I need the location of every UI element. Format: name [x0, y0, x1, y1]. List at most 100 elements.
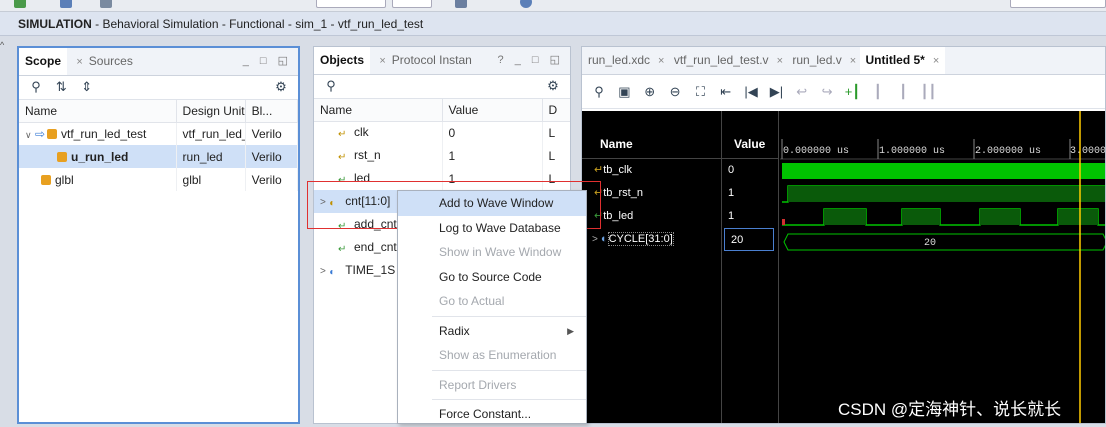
tab-sources[interactable]: × Sources — [70, 48, 138, 75]
wave-name-header: Name — [582, 111, 721, 159]
tab-objects[interactable]: Objects — [314, 47, 371, 74]
unit-select[interactable] — [392, 0, 432, 8]
search-icon[interactable]: ⚲ — [588, 81, 610, 103]
signal-icon: ↵ — [338, 175, 347, 186]
tab-label: Untitled 5* — [865, 53, 925, 67]
col-name[interactable]: Name — [19, 100, 177, 123]
go-end-icon[interactable]: ▶| — [765, 81, 787, 103]
expand-all-icon[interactable]: ⇕ — [76, 76, 98, 98]
table-row[interactable]: ↵ led 1 L — [314, 167, 570, 190]
objects-toolbar: ⚲ ⚙ — [314, 75, 570, 99]
tab-scope-label: Scope — [25, 54, 62, 68]
close-icon[interactable]: × — [777, 55, 783, 67]
cursor-icon[interactable]: ⇤ — [715, 81, 737, 103]
prev-marker-icon[interactable]: ┃ — [867, 81, 889, 103]
next-edge-icon[interactable]: ↪ — [816, 81, 838, 103]
scope-row-block: Verilo — [245, 122, 298, 145]
close-icon[interactable]: × — [76, 56, 82, 68]
wave-value[interactable]: 20 — [724, 228, 774, 251]
wave-display: Name ↵tb_clk ↵tb_rst_n ↵tb_led > ◐CYCLE[… — [582, 111, 1106, 424]
object-row-name: add_cnt — [354, 217, 397, 231]
signal-icon: ↵ — [594, 187, 604, 199]
col-data-type[interactable]: D — [542, 99, 570, 122]
time-label: 0.000000 us — [783, 146, 849, 157]
wave-signal-row[interactable]: > ◐CYCLE[31:0] — [582, 228, 721, 251]
table-row[interactable]: glbl glbl Verilo — [19, 168, 298, 191]
col-value[interactable]: Value — [442, 99, 543, 122]
scope-row-name: vtf_run_led_test — [61, 126, 147, 141]
col-name[interactable]: Name — [314, 99, 443, 122]
wave-signal-row[interactable]: ↵tb_rst_n — [582, 182, 721, 205]
tab-scope[interactable]: Scope — [19, 48, 68, 75]
time-label: 2.000000 us — [975, 146, 1041, 157]
window-controls[interactable]: ? _ □ ◱ — [498, 47, 564, 73]
menu-add-to-wave-window[interactable]: Add to Wave Window — [398, 191, 586, 216]
tab-untitled-5[interactable]: Untitled 5* × — [859, 47, 946, 74]
window-controls-glyphs[interactable]: _ □ ◱ — [515, 54, 564, 66]
close-icon[interactable]: × — [933, 55, 939, 67]
zoom-out-icon[interactable]: ⊖ — [664, 81, 686, 103]
table-row[interactable]: ↵ clk 0 L — [314, 121, 570, 144]
step-icon[interactable] — [100, 0, 112, 8]
arrow-icon: ⇨ — [34, 126, 45, 141]
prev-edge-icon[interactable]: ↩ — [791, 81, 813, 103]
reset-marker — [782, 219, 785, 225]
chevron-down-icon[interactable]: ∨ — [25, 130, 32, 140]
wave-signal-name: tb_rst_n — [603, 187, 643, 199]
close-icon[interactable]: × — [379, 55, 385, 67]
object-row-type: L — [542, 121, 570, 144]
window-controls[interactable]: _ □ ◱ — [243, 48, 292, 74]
gear-icon[interactable]: ⚙ — [270, 76, 292, 98]
scope-row-block: Verilo — [245, 145, 298, 168]
wave-signal-row[interactable]: ↵tb_clk — [582, 159, 721, 182]
col-design-unit[interactable]: Design Unit — [176, 100, 246, 123]
swap-cursor-icon[interactable]: ┃┃ — [917, 81, 939, 103]
table-row[interactable]: ∨ ⇨ vtf_run_led_test vtf_run_led_t Verilo — [19, 122, 298, 145]
go-start-icon[interactable]: |◀ — [740, 81, 762, 103]
zoom-in-icon[interactable]: ⊕ — [639, 81, 661, 103]
bus-icon: ◐ — [600, 233, 608, 245]
menu-show-in-wave-window[interactable]: Show in Wave Window — [398, 240, 586, 265]
menu-radix[interactable]: Radix ▶ — [398, 319, 586, 344]
menu-report-drivers[interactable]: Report Drivers — [398, 373, 586, 398]
tab-run-led-xdc[interactable]: run_led.xdc × — [582, 47, 664, 74]
add-marker-icon[interactable]: +┃ — [841, 81, 863, 103]
search-icon[interactable]: ⚲ — [25, 76, 47, 98]
chevron-right-icon[interactable]: > — [320, 197, 326, 208]
menu-show-as-enumeration[interactable]: Show as Enumeration — [398, 343, 586, 368]
tab-vtf-run-led-test[interactable]: vtf_run_led_test.v × — [668, 47, 783, 74]
restart-icon[interactable] — [60, 0, 72, 8]
chevron-right-icon[interactable]: > — [320, 266, 326, 277]
next-marker-icon[interactable]: ┃ — [892, 81, 914, 103]
layout-icon[interactable] — [455, 0, 467, 8]
search-icon[interactable]: ⚲ — [320, 75, 342, 97]
menu-radix-label: Radix — [439, 323, 470, 338]
help-icon[interactable] — [520, 0, 532, 8]
scope-row-name: glbl — [55, 172, 74, 187]
collapse-all-icon[interactable]: ⇅ — [50, 76, 72, 98]
menu-log-to-wave-database[interactable]: Log to Wave Database — [398, 216, 586, 241]
layout-select[interactable] — [1010, 0, 1106, 8]
close-icon[interactable]: × — [850, 55, 856, 67]
time-label: 1.000000 us — [879, 146, 945, 157]
gear-icon[interactable]: ⚙ — [542, 75, 564, 97]
tab-protocol[interactable]: × Protocol Instan — [373, 47, 477, 74]
close-icon[interactable]: × — [658, 55, 664, 67]
col-block[interactable]: Bl... — [245, 100, 298, 123]
tab-run-led-v[interactable]: run_led.v × — [786, 47, 856, 74]
menu-go-to-actual[interactable]: Go to Actual — [398, 289, 586, 314]
menu-go-to-source-code[interactable]: Go to Source Code — [398, 265, 586, 290]
table-row[interactable]: ↵ rst_n 1 L — [314, 144, 570, 167]
zoom-fit-icon[interactable]: ⛶ — [689, 81, 711, 103]
waveform-canvas[interactable]: 0.000000 us 1.000000 us 2.000000 us 3.00… — [780, 111, 1106, 424]
collapse-icon[interactable]: ^ — [0, 40, 10, 50]
save-icon[interactable]: ▣ — [613, 81, 635, 103]
help-icon[interactable]: ? — [498, 54, 508, 66]
cycle-bus-wave — [783, 233, 1105, 251]
chevron-right-icon[interactable]: > — [592, 234, 598, 245]
table-row[interactable]: u_run_led run_led Verilo — [19, 145, 298, 168]
time-input[interactable] — [316, 0, 386, 8]
run-icon[interactable] — [14, 0, 26, 8]
wave-signal-row[interactable]: ↵tb_led — [582, 205, 721, 228]
menu-force-constant[interactable]: Force Constant... — [398, 402, 586, 427]
